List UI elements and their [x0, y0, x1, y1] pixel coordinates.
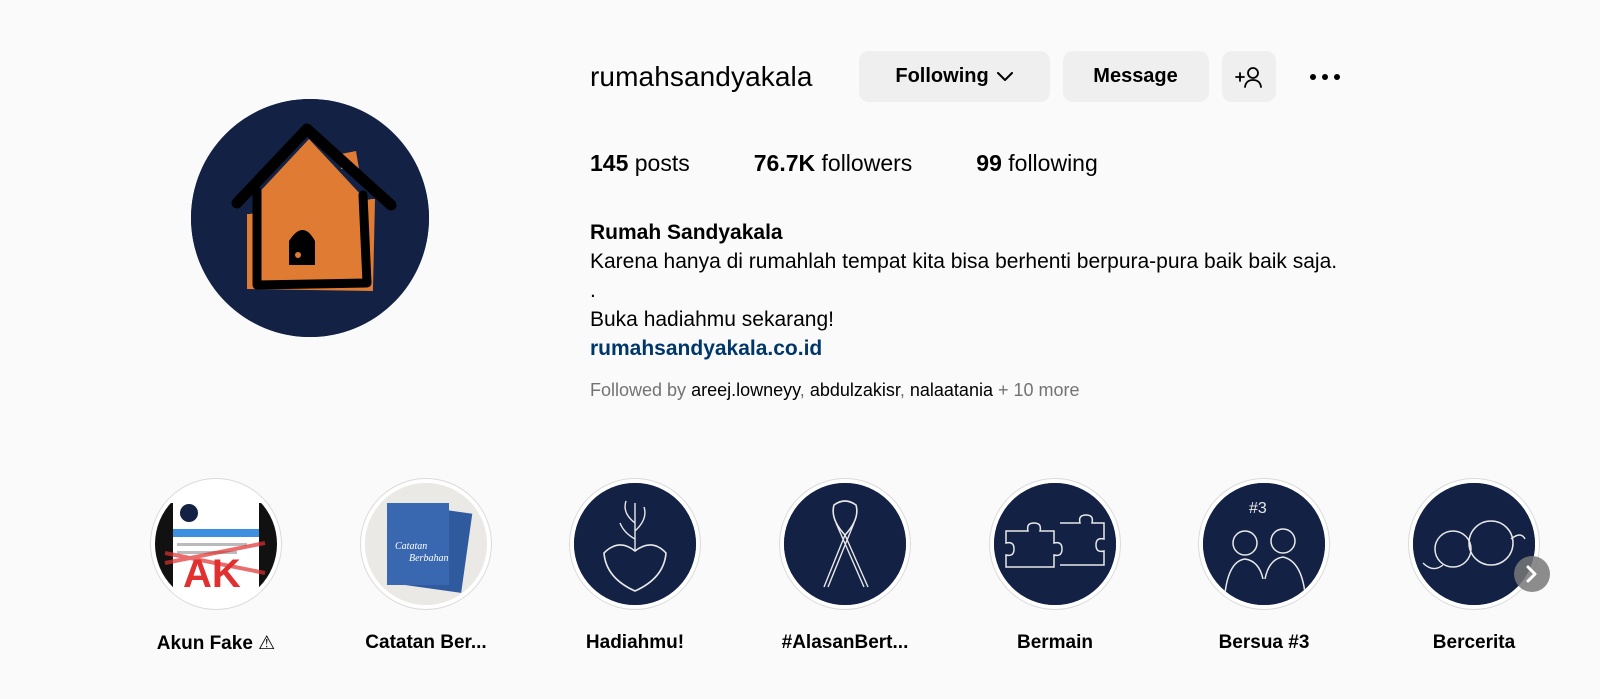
bio-line: .: [590, 279, 596, 302]
highlight-cover: [574, 483, 696, 605]
profile-header-row: rumahsandyakala Following Message: [590, 51, 1344, 102]
highlight-item[interactable]: #3 Bersua #3: [1189, 478, 1339, 654]
story-highlights: AK Akun Fake ⚠ Catatan Berbahan Catatan …: [0, 478, 1600, 668]
highlight-ring: AK: [150, 478, 282, 610]
highlight-label: Bersua #3: [1218, 632, 1310, 653]
highlight-cover: AK: [155, 483, 277, 605]
highlight-ring: [779, 478, 911, 610]
following-button[interactable]: Following: [858, 51, 1050, 102]
highlight-item[interactable]: #AlasanBert...: [770, 478, 920, 654]
highlight-label: Hadiahmu!: [585, 632, 685, 653]
highlight-label: Catatan Ber...: [365, 632, 487, 653]
house-logo-icon: [191, 99, 429, 337]
bio-line: Buka hadiahmu sekarang!: [590, 308, 834, 331]
profile-username: rumahsandyakala: [590, 60, 813, 92]
highlight-ring: Catatan Berbahan: [360, 478, 492, 610]
followed-by-account[interactable]: nalaatania: [910, 380, 993, 400]
following-label: following: [1008, 150, 1098, 176]
followed-by-account[interactable]: areej.lowneyy: [691, 380, 800, 400]
highlight-cover: Catatan Berbahan: [365, 483, 487, 605]
followed-by[interactable]: Followed by areej.lowneyy, abdulzakisr, …: [590, 380, 1080, 401]
bio-website-link[interactable]: rumahsandyakala.co.id: [590, 334, 1337, 363]
highlight-item[interactable]: Bermain: [980, 478, 1130, 654]
highlight-item[interactable]: Catatan Berbahan Catatan Ber...: [351, 478, 501, 654]
posts-stat: 145 posts: [590, 150, 690, 177]
highlight-cover: [784, 483, 906, 605]
following-button-label: Following: [895, 65, 989, 87]
add-person-icon: [1234, 66, 1262, 88]
highlight-ring: #3: [1198, 478, 1330, 610]
posts-count: 145: [590, 150, 629, 176]
svg-text:#3: #3: [1249, 500, 1267, 517]
highlight-label: Bercerita: [1432, 632, 1516, 653]
highlight-label: Akun Fake ⚠: [156, 633, 276, 654]
chevron-right-icon: [1526, 565, 1537, 583]
highlight-cover: [994, 483, 1116, 605]
followed-by-prefix: Followed by: [590, 380, 687, 400]
highlight-ring: [569, 478, 701, 610]
bio-name: Rumah Sandyakala: [590, 221, 783, 244]
highlights-next-button[interactable]: [1514, 556, 1550, 592]
followers-count: 76.7K: [753, 150, 816, 176]
highlight-cover: [1413, 483, 1535, 605]
message-button[interactable]: Message: [1062, 51, 1209, 102]
followers-stat[interactable]: 76.7K followers: [754, 150, 913, 177]
followers-label: followers: [821, 150, 913, 176]
highlight-ring: [989, 478, 1121, 610]
profile-stats: 145 posts 76.7K followers 99 following: [590, 150, 1162, 177]
following-stat[interactable]: 99 following: [976, 150, 1097, 177]
highlight-item[interactable]: AK Akun Fake ⚠: [141, 478, 291, 655]
chevron-down-icon: [996, 71, 1013, 82]
svg-text:Catatan: Catatan: [395, 541, 427, 552]
followed-by-more[interactable]: + 10 more: [998, 380, 1080, 400]
highlight-label: #AlasanBert...: [781, 632, 909, 653]
profile-avatar[interactable]: [191, 99, 429, 337]
highlight-label: Bermain: [1016, 632, 1094, 653]
highlight-cover: #3: [1203, 483, 1325, 605]
posts-label: posts: [634, 150, 690, 176]
svg-text:Berbahan: Berbahan: [409, 553, 448, 564]
highlight-ring: [1408, 478, 1540, 610]
highlight-item[interactable]: Hadiahmu!: [560, 478, 710, 654]
profile-bio: Rumah Sandyakala Karena hanya di rumahla…: [590, 218, 1337, 363]
bio-line: Karena hanya di rumahlah tempat kita bis…: [590, 250, 1338, 273]
more-options-icon[interactable]: [1306, 51, 1344, 102]
followed-by-account[interactable]: abdulzakisr: [810, 380, 900, 400]
following-count: 99: [976, 150, 1002, 176]
add-user-button[interactable]: [1221, 51, 1276, 102]
